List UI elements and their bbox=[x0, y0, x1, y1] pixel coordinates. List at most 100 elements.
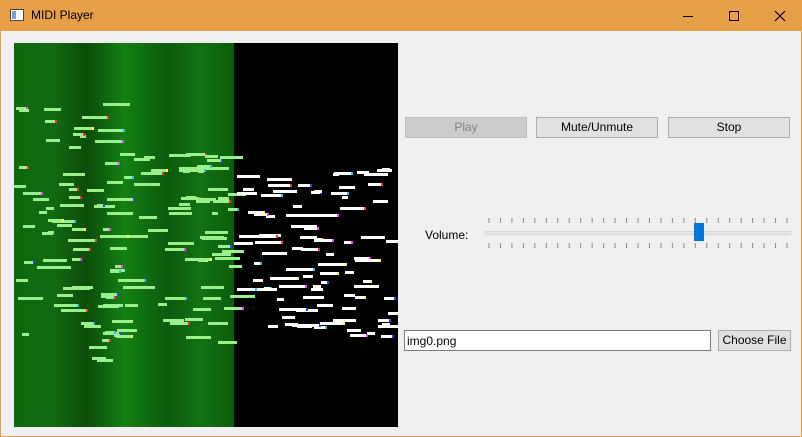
note-bar bbox=[69, 188, 77, 191]
note-edge bbox=[27, 166, 29, 169]
minimize-button[interactable] bbox=[665, 1, 711, 31]
note-bar bbox=[268, 325, 278, 328]
note-bar bbox=[72, 258, 80, 261]
mute-unmute-button[interactable]: Mute/Unmute bbox=[536, 117, 658, 138]
note-bar bbox=[19, 166, 27, 169]
note-edge bbox=[310, 184, 312, 187]
note-bar bbox=[14, 185, 26, 188]
note-bar bbox=[347, 329, 361, 332]
note-bar bbox=[33, 198, 49, 201]
note-bar bbox=[363, 280, 370, 283]
window-title: MIDI Player bbox=[31, 8, 94, 22]
note-bar bbox=[107, 181, 123, 184]
note-bar bbox=[239, 242, 253, 245]
note-bar bbox=[193, 308, 211, 311]
note-bar bbox=[291, 225, 317, 228]
note-bar bbox=[386, 240, 398, 243]
note-bar bbox=[368, 183, 381, 186]
note-edge bbox=[188, 322, 190, 325]
note-edge bbox=[119, 270, 121, 273]
note-edge bbox=[41, 192, 43, 195]
note-edge bbox=[184, 248, 186, 251]
note-bar bbox=[320, 272, 337, 275]
note-edge bbox=[144, 279, 146, 282]
note-bar bbox=[218, 245, 230, 248]
note-bar bbox=[261, 194, 281, 197]
note-bar bbox=[46, 207, 54, 210]
note-bar bbox=[201, 286, 224, 289]
note-edge bbox=[394, 297, 396, 300]
note-bar bbox=[59, 183, 74, 186]
note-bar bbox=[116, 335, 131, 338]
note-edge bbox=[118, 162, 120, 165]
note-bar bbox=[331, 192, 347, 195]
note-edge bbox=[306, 308, 308, 311]
note-bar bbox=[321, 281, 327, 284]
note-bar bbox=[205, 155, 218, 158]
note-bar bbox=[186, 196, 196, 199]
note-bar bbox=[388, 312, 398, 315]
note-bar bbox=[301, 248, 318, 251]
volume-handle[interactable] bbox=[694, 223, 705, 241]
note-bar bbox=[61, 309, 86, 312]
note-bar bbox=[208, 322, 228, 325]
note-edge bbox=[297, 277, 299, 280]
maximize-icon bbox=[729, 11, 739, 21]
note-edge bbox=[317, 227, 319, 230]
note-edge bbox=[325, 326, 327, 329]
stop-button[interactable]: Stop bbox=[668, 117, 790, 138]
note-bar bbox=[273, 190, 297, 193]
note-bar bbox=[378, 319, 389, 322]
note-bar bbox=[237, 288, 255, 291]
note-bar bbox=[110, 270, 119, 273]
note-bar bbox=[298, 184, 310, 187]
note-edge bbox=[74, 220, 76, 223]
note-bar bbox=[342, 307, 356, 310]
note-edge bbox=[123, 129, 125, 132]
play-button[interactable]: Play bbox=[405, 117, 527, 138]
note-bar bbox=[179, 203, 190, 206]
close-button[interactable] bbox=[757, 1, 802, 31]
note-bar bbox=[98, 129, 123, 132]
note-bar bbox=[340, 207, 364, 210]
note-bar bbox=[286, 268, 313, 271]
note-edge bbox=[347, 192, 349, 195]
choose-file-button[interactable]: Choose File bbox=[718, 330, 791, 351]
note-edge bbox=[318, 248, 320, 251]
note-bar bbox=[382, 323, 390, 326]
note-bar bbox=[19, 109, 29, 112]
note-edge bbox=[33, 261, 35, 264]
note-bar bbox=[128, 235, 148, 238]
note-bar bbox=[228, 208, 237, 211]
note-bar bbox=[345, 271, 354, 274]
note-bar bbox=[82, 116, 107, 119]
volume-slider[interactable] bbox=[485, 215, 791, 251]
title-bar[interactable]: MIDI Player bbox=[1, 1, 802, 31]
note-bar bbox=[229, 265, 242, 268]
note-bar bbox=[103, 304, 123, 307]
note-bar bbox=[314, 190, 322, 193]
note-edge bbox=[229, 200, 231, 203]
file-path-input[interactable] bbox=[404, 330, 711, 351]
note-bar bbox=[48, 219, 62, 222]
note-bar bbox=[101, 293, 117, 296]
note-bar bbox=[282, 316, 295, 319]
note-edge bbox=[379, 259, 381, 262]
note-bar bbox=[361, 236, 385, 239]
maximize-button[interactable] bbox=[711, 1, 757, 31]
note-edge bbox=[122, 140, 124, 143]
note-bar bbox=[97, 204, 103, 207]
note-bar bbox=[125, 304, 138, 307]
note-bar bbox=[205, 231, 228, 234]
note-bar bbox=[243, 188, 254, 191]
note-bar bbox=[22, 333, 29, 336]
note-bar bbox=[311, 288, 323, 291]
note-edge bbox=[117, 293, 119, 296]
note-bar bbox=[57, 294, 73, 297]
note-bar bbox=[23, 225, 35, 228]
note-bar bbox=[141, 172, 162, 175]
note-bar bbox=[267, 178, 292, 181]
note-bar bbox=[253, 279, 263, 282]
note-bar bbox=[317, 304, 333, 307]
note-bar bbox=[106, 296, 114, 299]
